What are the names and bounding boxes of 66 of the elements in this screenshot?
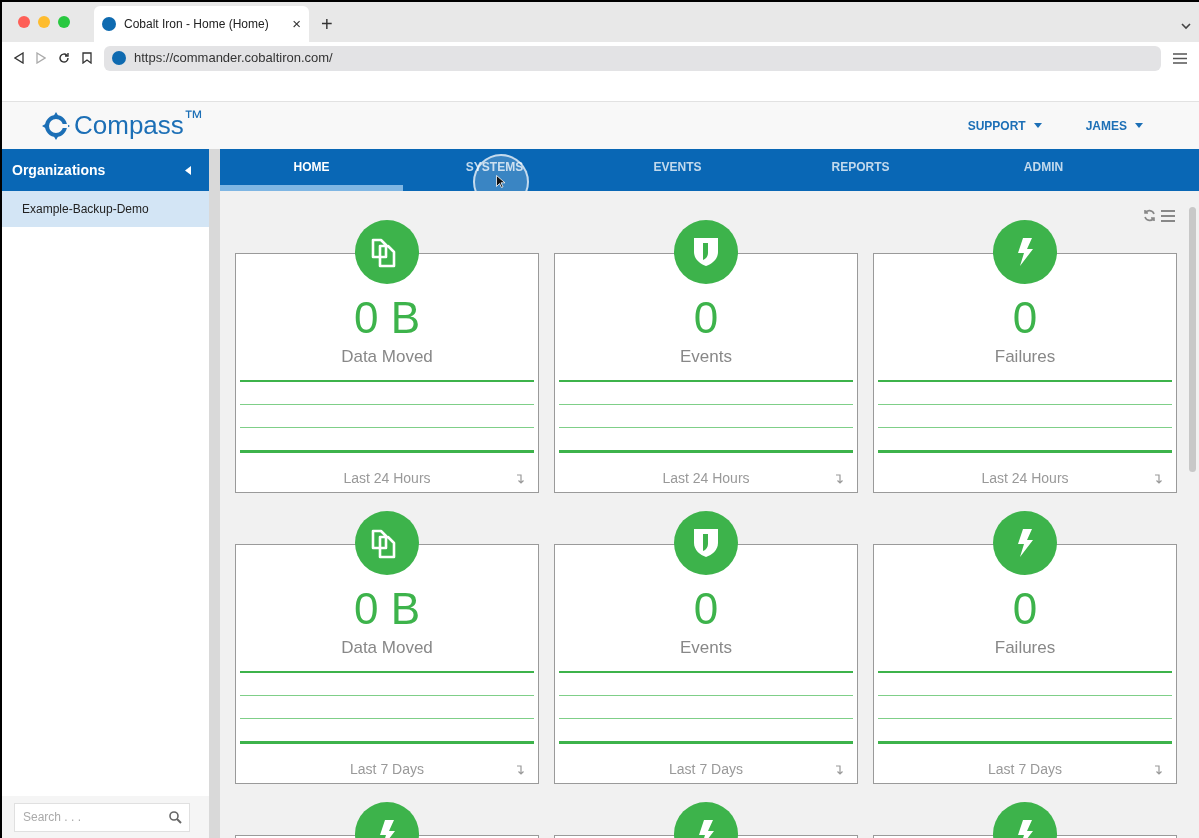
logo-text: Compass$^{™}$ (74, 106, 204, 142)
header-menu[interactable]: SUPPORT (967, 116, 1042, 135)
arrow-down-icon[interactable] (1155, 473, 1162, 484)
metric-label: Failures (994, 637, 1056, 659)
metric-card[interactable]: 0 Failures Last 7 Days (873, 544, 1177, 784)
scrollbar-thumb[interactable] (1189, 207, 1196, 472)
metric-label: Data Moved (341, 637, 433, 659)
list-menu-icon[interactable] (1161, 209, 1175, 222)
bookmark-icon[interactable] (82, 52, 92, 64)
metric-card[interactable]: 0 B Data Moved Last 7 Days (235, 544, 539, 784)
metric-value: 0 (693, 294, 719, 342)
period-label: Last 7 Days (350, 759, 424, 779)
menu-icon[interactable] (1173, 52, 1187, 64)
period-label: Last 7 Days (988, 759, 1062, 779)
metric-value: 0 B (353, 294, 420, 342)
search-icon[interactable] (169, 810, 182, 824)
period-label: Last 24 Hours (981, 468, 1069, 488)
search-field[interactable]: Search . . . (14, 802, 190, 832)
metric-value: 0 (693, 585, 719, 633)
period-label: Last 7 Days (669, 759, 743, 779)
arrow-down-icon[interactable] (836, 764, 843, 775)
arrow-down-icon[interactable] (836, 473, 843, 484)
reload-icon[interactable] (58, 52, 70, 64)
browser-tab[interactable]: Cobalt Iron - Home (Home) × (94, 6, 309, 42)
metric-label: Events (680, 637, 732, 659)
metric-value: 0 (1012, 585, 1038, 633)
cursor-icon (496, 175, 505, 188)
organization-item[interactable]: Example-Backup-Demo (2, 191, 209, 227)
new-tab-button[interactable]: + (309, 6, 345, 42)
nav-tab[interactable]: REPORTS (769, 149, 952, 191)
shield-icon (693, 237, 719, 267)
tab-title: Cobalt Iron - Home (Home) (124, 16, 270, 33)
forward-icon[interactable] (36, 52, 46, 64)
lightning-icon (1016, 528, 1034, 558)
header-menu[interactable]: JAMES (1085, 116, 1143, 135)
metric-card[interactable]: 0 Events Last 7 Days (554, 544, 858, 784)
lightning-icon (1016, 237, 1034, 267)
url-text: https://commander.cobaltiron.com/ (134, 49, 333, 68)
metric-card[interactable]: 0 B Data Moved Last 24 Hours (235, 253, 539, 493)
metric-value: 0 (1012, 294, 1038, 342)
chevron-down-icon[interactable] (1181, 23, 1191, 30)
shield-icon (693, 528, 719, 558)
period-label: Last 24 Hours (343, 468, 431, 488)
arrow-down-icon[interactable] (1155, 764, 1162, 775)
metric-card[interactable]: 0 Events Last 24 Hours (554, 253, 858, 493)
back-icon[interactable] (14, 52, 24, 64)
metric-label: Data Moved (341, 346, 433, 368)
nav-tab[interactable]: ADMIN (952, 149, 1135, 191)
caret-icon (1135, 123, 1143, 128)
site-icon (112, 51, 126, 65)
collapse-icon[interactable] (185, 165, 191, 175)
metric-card[interactable]: 0 Failures Last 24 Hours (873, 253, 1177, 493)
arrow-down-icon[interactable] (517, 473, 524, 484)
period-label: Last 24 Hours (662, 468, 750, 488)
nav-tab[interactable]: EVENTS (586, 149, 769, 191)
caret-icon (1033, 123, 1042, 128)
site-icon (102, 17, 116, 31)
compass-logo-icon (42, 111, 70, 140)
address-bar[interactable]: https://commander.cobaltiron.com/ (104, 45, 1161, 71)
metric-label: Failures (994, 346, 1056, 368)
refresh-icon[interactable] (1143, 209, 1156, 222)
arrow-down-icon[interactable] (517, 764, 524, 775)
close-tab-button[interactable]: × (292, 12, 301, 36)
metric-label: Events (680, 346, 732, 368)
metric-value: 0 B (353, 585, 420, 633)
sidebar-title: Organizations (12, 160, 106, 180)
